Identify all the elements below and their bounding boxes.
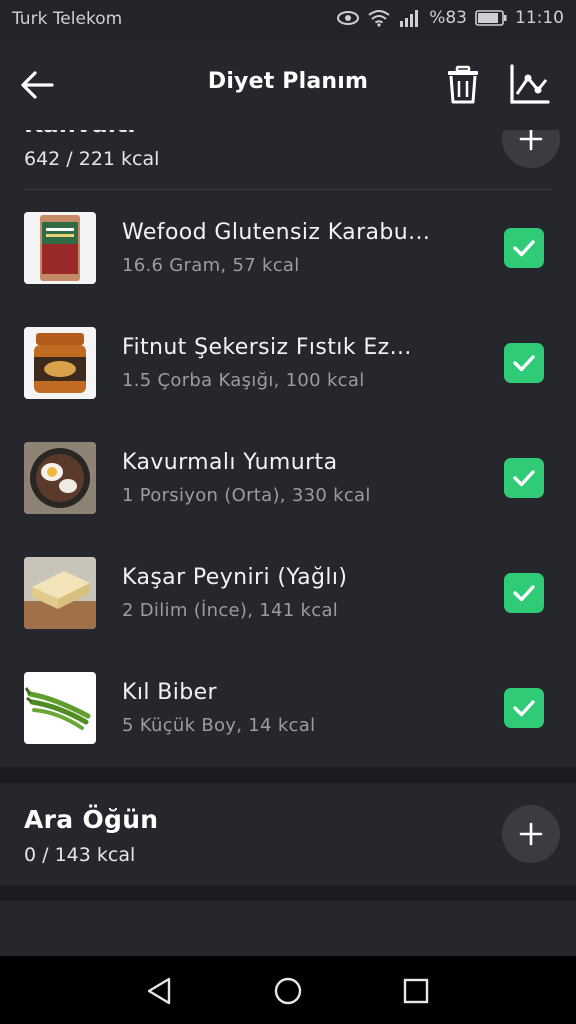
checkmark-icon <box>513 240 535 257</box>
food-detail: 2 Dilim (İnce), 141 kcal <box>122 600 339 621</box>
nav-back-icon[interactable] <box>144 975 176 1007</box>
checkmark-icon <box>513 585 535 602</box>
checkbox-checked[interactable] <box>504 573 544 613</box>
eye-icon <box>337 11 360 25</box>
status-bar: Turk Telekom %83 11:10 <box>0 0 576 40</box>
wifi-icon <box>368 10 390 27</box>
food-name: Kıl Biber <box>122 680 217 705</box>
food-name: Kaşar Peyniri (Yağlı) <box>122 565 348 590</box>
food-name: Fitnut Şekersiz Fıstık Ez... <box>122 335 412 360</box>
nav-recents-icon[interactable] <box>400 975 432 1007</box>
food-name: Wefood Glutensiz Karabu... <box>122 220 431 245</box>
meal-kcal: 0 / 143 kcal <box>24 844 136 866</box>
app-bar: Diyet Planım <box>0 40 576 130</box>
section-gap <box>0 767 576 783</box>
system-nav-bar <box>0 956 576 1024</box>
checkbox-checked[interactable] <box>504 688 544 728</box>
food-name: Kavurmalı Yumurta <box>122 450 338 475</box>
checkbox-checked[interactable] <box>504 228 544 268</box>
meal-card-breakfast: Kahvaltı 642 / 221 kcal Wefood Glutensiz… <box>0 130 576 767</box>
food-item[interactable]: Kavurmalı Yumurta 1 Porsiyon (Orta), 330… <box>0 442 576 557</box>
meal-card-partial <box>0 901 576 956</box>
food-image-egg-dish <box>24 442 96 514</box>
checkbox-checked[interactable] <box>504 343 544 383</box>
section-gap <box>0 885 576 901</box>
food-item[interactable]: Fitnut Şekersiz Fıstık Ez... 1.5 Çorba K… <box>0 327 576 442</box>
battery-percent: %83 <box>429 8 467 28</box>
add-food-button[interactable] <box>502 805 560 863</box>
food-item[interactable]: Kaşar Peyniri (Yağlı) 2 Dilim (İnce), 14… <box>0 557 576 672</box>
food-item[interactable]: Kıl Biber 5 Küçük Boy, 14 kcal <box>0 672 576 767</box>
page-title: Diyet Planım <box>207 69 369 94</box>
status-icons: %83 11:10 <box>337 8 564 28</box>
nav-home-icon[interactable] <box>272 975 304 1007</box>
clock: 11:10 <box>515 8 564 28</box>
checkbox-checked[interactable] <box>504 458 544 498</box>
plus-icon <box>519 130 543 151</box>
meal-title: Ara Öğün <box>24 805 159 834</box>
food-item[interactable]: Wefood Glutensiz Karabu... 16.6 Gram, 57… <box>0 212 576 327</box>
battery-icon <box>475 10 507 26</box>
food-image-peanut-butter <box>24 327 96 399</box>
trash-icon[interactable] <box>440 62 486 108</box>
signal-icon <box>400 10 419 27</box>
meal-kcal: 642 / 221 kcal <box>24 148 160 170</box>
food-detail: 16.6 Gram, 57 kcal <box>122 255 300 276</box>
add-food-button[interactable] <box>502 130 560 168</box>
carrier-name: Turk Telekom <box>12 9 123 29</box>
food-detail: 1 Porsiyon (Orta), 330 kcal <box>122 485 371 506</box>
divider <box>24 189 552 190</box>
food-image-green-pepper <box>24 672 96 744</box>
checkmark-icon <box>513 470 535 487</box>
checkmark-icon <box>513 355 535 372</box>
plus-icon <box>519 822 543 846</box>
checkmark-icon <box>513 700 535 717</box>
meal-card-snack: Ara Öğün 0 / 143 kcal <box>0 783 576 885</box>
food-detail: 1.5 Çorba Kaşığı, 100 kcal <box>122 370 365 391</box>
meal-title: Kahvaltı <box>24 130 136 138</box>
food-image-cheese <box>24 557 96 629</box>
food-detail: 5 Küçük Boy, 14 kcal <box>122 715 316 736</box>
food-image-buckwheat-bread <box>24 212 96 284</box>
chart-icon[interactable] <box>506 62 552 108</box>
